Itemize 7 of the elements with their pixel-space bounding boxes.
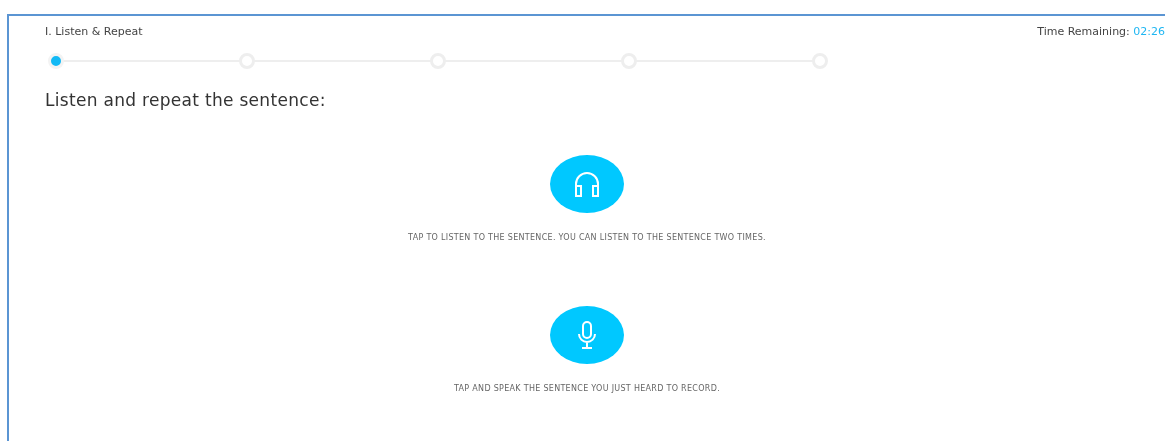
instruction-caption: TAP AND SPEAK THE SENTENCE YOU JUST HEARD TO RECORD. xyxy=(454,384,720,393)
section-title: I. Listen & Repeat xyxy=(45,25,143,38)
instruction-heading: Listen and repeat the sentence: xyxy=(45,90,327,110)
time-remaining: Time Remaining: 02:26 xyxy=(1037,25,1165,38)
microphone-icon xyxy=(577,321,597,349)
instruction-caption: TAP TO LISTEN TO THE SENTENCE. YOU CAN LISTEN TO THE SENTENCE TWO TIMES. xyxy=(408,233,766,242)
headphones-icon xyxy=(572,170,602,198)
